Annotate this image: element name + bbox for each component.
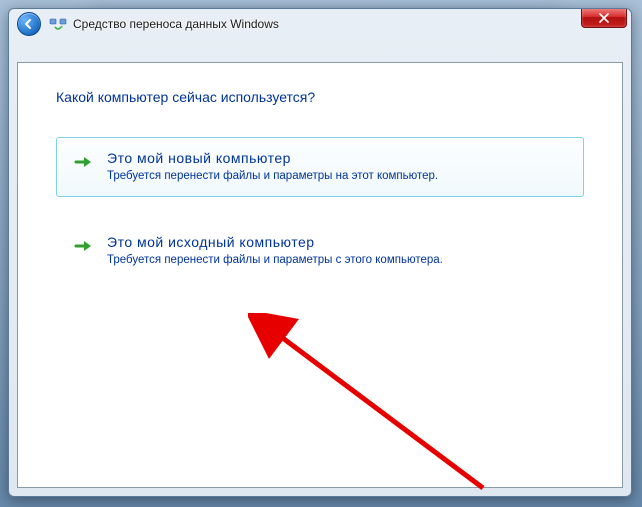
arrow-right-icon xyxy=(73,236,93,256)
annotation-arrow-icon xyxy=(248,313,508,497)
option-title: Это мой новый компьютер xyxy=(107,150,567,166)
app-icon xyxy=(49,16,67,32)
back-button[interactable] xyxy=(17,12,41,36)
wizard-window: Средство переноса данных Windows Какой к… xyxy=(8,8,632,497)
back-arrow-icon xyxy=(23,18,35,30)
option-new-computer[interactable]: Это мой новый компьютер Требуется перене… xyxy=(56,137,584,197)
window-title: Средство переноса данных Windows xyxy=(73,17,279,31)
titlebar: Средство переноса данных Windows xyxy=(9,9,631,39)
option-description: Требуется перенести файлы и параметры с … xyxy=(107,254,567,266)
option-title: Это мой исходный компьютер xyxy=(107,234,567,250)
content-panel: Какой компьютер сейчас используется? Это… xyxy=(17,62,623,488)
close-button[interactable] xyxy=(581,8,627,28)
option-old-computer[interactable]: Это мой исходный компьютер Требуется пер… xyxy=(56,221,584,281)
arrow-right-icon xyxy=(73,152,93,172)
option-description: Требуется перенести файлы и параметры на… xyxy=(107,170,567,182)
page-heading: Какой компьютер сейчас используется? xyxy=(56,89,584,105)
close-icon xyxy=(599,13,609,23)
